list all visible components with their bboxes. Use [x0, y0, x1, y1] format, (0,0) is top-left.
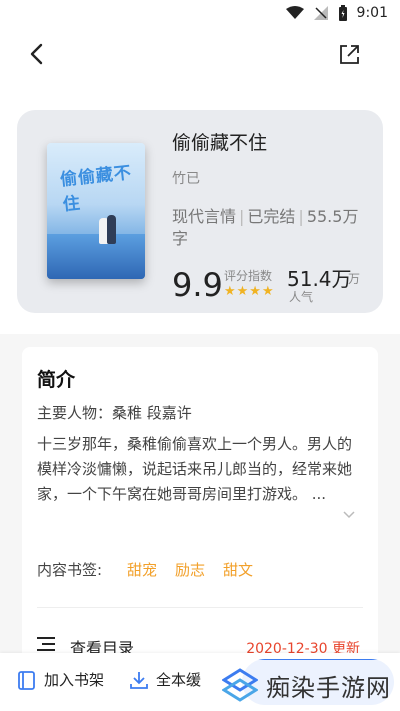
wifi-icon [286, 6, 304, 19]
status-time: 9:01 [356, 5, 388, 21]
book-status: 已完结 [247, 207, 296, 226]
cover-title: 偷偷藏不住 [59, 162, 133, 216]
chevron-down-icon[interactable] [342, 507, 356, 521]
popularity-unit: 万 [348, 272, 361, 286]
cover-sea [47, 234, 145, 279]
book-meta: 现代言情 | 已完结 | 55.5万字 [172, 207, 359, 248]
book-title: 偷偷藏不住 [172, 132, 268, 154]
score-label: 评分指数 [224, 269, 273, 283]
tags-label: 内容书签: [37, 561, 103, 579]
download-all-label: 全本缓 [156, 671, 202, 689]
book-author[interactable]: 竹已 [172, 168, 200, 188]
book-info-card: 偷偷藏不住 偷偷藏不住 竹已 现代言情 | 已完结 | 55.5万字 9.9 评分指数 … [17, 110, 383, 313]
watermark-logo-icon [222, 667, 258, 702]
add-to-shelf-button[interactable]: 加入书架 [18, 669, 104, 690]
battery-icon [339, 5, 347, 21]
book-genre: 现代言情 [172, 207, 237, 226]
main-characters: 主要人物：桑稚 段嘉许 [37, 404, 192, 422]
back-arrow-icon[interactable] [24, 40, 52, 68]
book-cover[interactable]: 偷偷藏不住 [47, 143, 145, 279]
tag-item[interactable]: 励志 [175, 559, 205, 580]
cover-figure [107, 215, 116, 244]
status-bar: 9:01 [0, 0, 400, 28]
status-icons [286, 5, 348, 21]
bookshelf-icon [18, 670, 35, 690]
download-all-button[interactable]: 全本缓 [130, 669, 201, 690]
add-to-shelf-label: 加入书架 [44, 671, 105, 689]
divider [37, 607, 363, 608]
watermark: 痴染手游网 [216, 660, 400, 711]
rating-stars: ★★★★ [224, 284, 275, 299]
list-icon [37, 637, 55, 651]
no-signal-icon [314, 6, 328, 20]
share-icon[interactable] [336, 40, 364, 68]
intro-heading: 简介 [37, 369, 76, 391]
popularity-label: 人气 [289, 290, 314, 304]
tag-item[interactable]: 甜文 [223, 559, 253, 580]
intro-description[interactable]: 十三岁那年，桑稚偷偷喜欢上一个男人。男人的模样冷淡慵懒，说起话来吊儿郎当的，经常… [37, 432, 357, 507]
tag-item[interactable]: 甜宠 [127, 559, 157, 580]
watermark-text: 痴染手游网 [266, 674, 391, 702]
download-icon [130, 671, 148, 689]
intro-card: 简介 主要人物：桑稚 段嘉许 十三岁那年，桑稚偷偷喜欢上一个男人。男人的模样冷淡… [22, 347, 378, 667]
book-score: 9.9 [172, 266, 223, 304]
top-nav [0, 28, 400, 84]
